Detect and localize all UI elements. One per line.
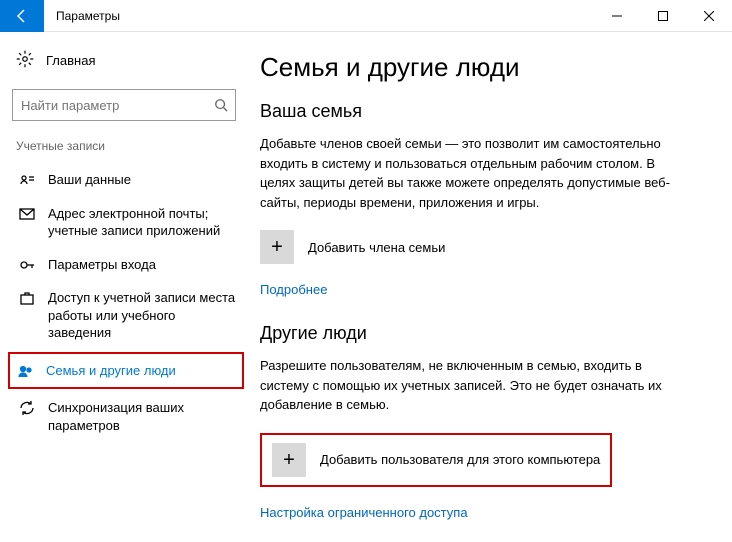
family-description: Добавьте членов своей семьи — это позвол… [260, 134, 680, 212]
sidebar-item-sync[interactable]: Синхронизация ваших параметров [12, 391, 244, 442]
learn-more-link[interactable]: Подробнее [260, 282, 327, 297]
key-icon [18, 257, 36, 273]
add-family-member-label: Добавить члена семьи [308, 240, 445, 255]
close-button[interactable] [686, 0, 732, 32]
sidebar-item-signin-options[interactable]: Параметры входа [12, 248, 244, 282]
people-icon [16, 363, 34, 379]
add-family-member-row[interactable]: + Добавить члена семьи [260, 230, 706, 264]
plus-icon: + [260, 230, 294, 264]
minimize-icon [612, 11, 622, 21]
maximize-icon [658, 11, 668, 21]
search-icon [207, 98, 235, 112]
sidebar-item-work-access[interactable]: Доступ к учетной записи места работы или… [12, 281, 244, 350]
sidebar-item-label: Семья и другие люди [46, 362, 236, 380]
others-section-title: Другие люди [260, 323, 706, 344]
window-title: Параметры [56, 9, 594, 23]
kiosk-link[interactable]: Настройка ограниченного доступа [260, 505, 468, 520]
minimize-button[interactable] [594, 0, 640, 32]
sync-icon [18, 400, 36, 416]
home-label: Главная [46, 53, 95, 68]
family-section-title: Ваша семья [260, 101, 706, 122]
add-other-user-label: Добавить пользователя для этого компьюте… [320, 452, 600, 467]
search-box[interactable] [12, 89, 236, 121]
content-pane: Семья и другие люди Ваша семья Добавьте … [248, 32, 732, 512]
back-button[interactable] [0, 0, 44, 32]
others-description: Разрешите пользователям, не включенным в… [260, 356, 680, 415]
sidebar-item-label: Адрес электронной почты; учетные записи … [48, 205, 238, 240]
gear-icon [16, 50, 34, 71]
sidebar-item-your-info[interactable]: Ваши данные [12, 163, 244, 197]
close-icon [704, 11, 714, 21]
briefcase-icon [18, 290, 36, 306]
sidebar-item-label: Синхронизация ваших параметров [48, 399, 238, 434]
maximize-button[interactable] [640, 0, 686, 32]
highlight-annotation-sidebar: Семья и другие люди [8, 352, 244, 390]
sidebar-item-family-and-others[interactable]: Семья и другие люди [10, 354, 242, 388]
sidebar: Главная Учетные записи Ваши данные Адрес… [0, 32, 248, 512]
sidebar-item-label: Параметры входа [48, 256, 238, 274]
search-input[interactable] [13, 98, 207, 113]
sidebar-section-heading: Учетные записи [12, 139, 248, 153]
highlight-annotation-content: + Добавить пользователя для этого компью… [260, 433, 612, 487]
back-arrow-icon [14, 8, 30, 24]
home-button[interactable]: Главная [12, 44, 248, 77]
sidebar-item-label: Ваши данные [48, 171, 238, 189]
person-card-icon [18, 172, 36, 188]
window-controls [594, 0, 732, 32]
sidebar-item-email-accounts[interactable]: Адрес электронной почты; учетные записи … [12, 197, 244, 248]
mail-icon [18, 206, 36, 222]
plus-icon: + [272, 443, 306, 477]
page-title: Семья и другие люди [260, 52, 706, 83]
sidebar-item-label: Доступ к учетной записи места работы или… [48, 289, 238, 342]
titlebar: Параметры [0, 0, 732, 32]
